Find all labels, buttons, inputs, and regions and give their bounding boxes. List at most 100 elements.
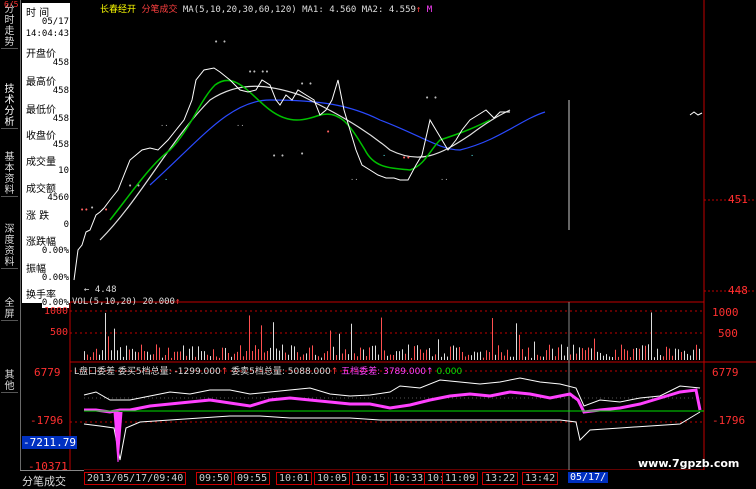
info-date: 05/17: [41, 17, 69, 27]
volume-bar: [231, 356, 232, 360]
ma-white-line: [99, 85, 511, 241]
volume-bar: [582, 348, 583, 360]
svg-text:·: ·: [164, 176, 168, 184]
volume-bar: [429, 348, 430, 360]
volume-bar: [189, 348, 190, 360]
volume-bar: [699, 348, 700, 360]
volume-bar: [135, 351, 136, 360]
volume-bar: [363, 349, 364, 360]
buy-arrow: ↑: [220, 367, 229, 377]
volume-bar: [315, 354, 316, 360]
volume-bar: [276, 348, 277, 360]
volume-bar: [396, 351, 397, 360]
chart-header: 长春经开 分笔成交 MA(5,10,20,30,60,120) MA1: 4.5…: [100, 2, 432, 15]
volume-bar: [591, 348, 592, 360]
vol-tick-right-1000: 1000: [712, 306, 739, 319]
price-line: [73, 67, 510, 281]
volume-bar: [420, 349, 421, 360]
volume-bar: [90, 356, 91, 360]
volume-bar: [627, 350, 628, 360]
volume-bar: [573, 344, 574, 360]
volume-bar: [480, 351, 481, 360]
svg-text:• •: • •: [300, 80, 313, 88]
svg-text:••: ••: [80, 206, 88, 214]
svg-text:··: ··: [440, 176, 448, 184]
svg-text:•: •: [326, 128, 330, 136]
volume-bar: [372, 345, 373, 360]
svg-text:•: •: [90, 204, 94, 212]
volume-bar: [288, 354, 289, 360]
volume-bar: [285, 352, 286, 360]
info-label: 最低价: [26, 105, 56, 116]
volume-bar: [528, 347, 529, 360]
volume-bar: [177, 351, 178, 360]
info-value: 10: [58, 166, 69, 176]
depth-tick-left-6779: 6779: [34, 366, 61, 379]
volume-bar: [354, 353, 355, 360]
volume-bar: [405, 353, 406, 360]
info-value: 0.00%: [41, 273, 69, 283]
volume-bar: [306, 353, 307, 360]
volume-bar: [594, 338, 595, 360]
tab-tick-trades[interactable]: 分笔成交: [141, 5, 177, 15]
svg-text:··: ··: [160, 122, 168, 130]
volume-bar: [510, 356, 511, 360]
time-tick: 11:09: [442, 472, 479, 485]
ma2-value: 4.559: [388, 5, 416, 15]
ma2-arrow: ↑: [415, 5, 422, 15]
volume-bar: [459, 347, 460, 360]
volume-bar: [294, 346, 295, 360]
sell-total-label: 委卖5档总量:: [231, 367, 285, 377]
volume-bar: [585, 350, 586, 360]
cursor-value-label: -7211.79: [22, 436, 77, 449]
volume-bar: [690, 355, 691, 360]
volume-bar: [672, 355, 673, 360]
volume-bar: [369, 347, 370, 360]
volume-bar: [600, 352, 601, 360]
volume-bar: [99, 354, 100, 360]
volume-bar: [357, 356, 358, 360]
volume-bar: [297, 352, 298, 360]
volume-bar: [450, 346, 451, 360]
volume-bar: [192, 346, 193, 360]
volume-bar: [252, 351, 253, 360]
time-tick: 10:05: [314, 472, 351, 485]
volume-bar: [483, 357, 484, 360]
volume-bar: [609, 356, 610, 360]
volume-bar: [621, 344, 622, 360]
volume-bar: [693, 349, 694, 360]
volume-header: VOL(5,10,20) 20.000↑: [72, 297, 180, 307]
diff-value: 3789.000: [383, 367, 427, 377]
info-time: 14:04:43: [25, 29, 69, 39]
info-label: 最高价: [26, 77, 56, 88]
volume-bar: [438, 339, 439, 360]
volume-bar: [465, 356, 466, 360]
depth-tick-right-1796: -1796: [712, 414, 746, 427]
volume-bar: [645, 345, 646, 360]
volume-bar: [267, 350, 268, 360]
volume-bar: [216, 356, 217, 360]
volume-bar: [399, 351, 400, 360]
volume-bar: [282, 344, 283, 360]
buy-total-label: 委买5档总量:: [117, 367, 172, 377]
time-tick: 10:15: [352, 472, 389, 485]
volume-bar: [324, 353, 325, 360]
volume-bar: [555, 356, 556, 360]
volume-bar: [360, 347, 361, 360]
volume-bar: [474, 351, 475, 360]
time-axis: 2013/05/17/09:40 09:50 09:55 10:01 10:05…: [84, 470, 704, 487]
volume-bar: [249, 315, 250, 360]
volume-bar: [615, 349, 616, 360]
volume-bar: [408, 344, 409, 360]
volume-bar: [495, 354, 496, 360]
time-tick: 13:42: [522, 472, 559, 485]
volume-bar: [570, 354, 571, 360]
info-panel: 时 间 05/17 14:04:43 开盘价 458 最高价 458 最低价 4…: [22, 3, 70, 308]
vol-tick-right-500: 500: [718, 327, 738, 340]
volume-bar: [432, 356, 433, 360]
volume-bar: [123, 356, 124, 360]
volume-value: 20.000: [142, 297, 175, 307]
stock-name: 长春经开: [100, 5, 137, 15]
volume-bar: [84, 351, 85, 360]
volume-bar: [678, 349, 679, 360]
